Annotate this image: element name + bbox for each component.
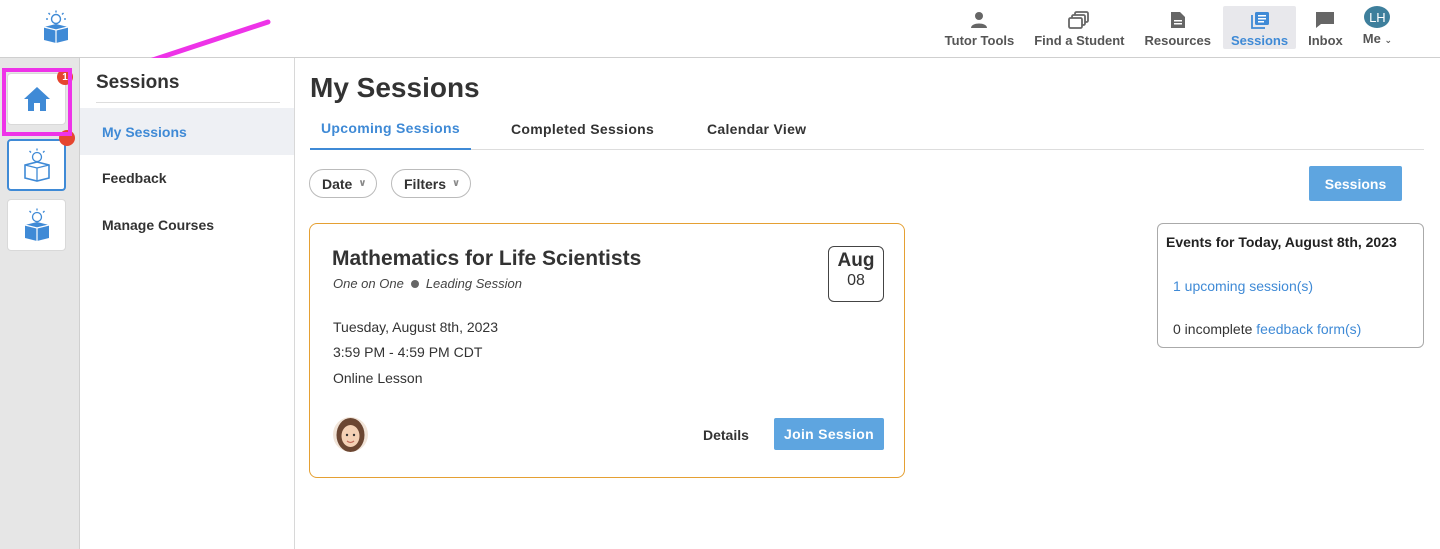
- person-icon: [971, 12, 988, 28]
- document-icon: [1170, 12, 1185, 28]
- session-role: Leading Session: [425, 276, 522, 291]
- session-subtitle: One on One Leading Session: [333, 276, 522, 291]
- tab-completed-sessions[interactable]: Completed Sessions: [511, 108, 654, 150]
- incomplete-count: 0 incomplete: [1173, 321, 1253, 337]
- filters-label: Filters: [404, 175, 447, 192]
- main-nav: Tutor Tools Find a Student Resources Ses…: [937, 6, 1400, 50]
- session-tabs: Upcoming Sessions Completed Sessions Cal…: [310, 108, 1424, 150]
- home-icon: [23, 87, 50, 111]
- join-session-button[interactable]: Join Session: [774, 418, 884, 450]
- nav-label: Tutor Tools: [944, 33, 1015, 48]
- nav-resources[interactable]: Resources: [1137, 6, 1219, 49]
- sidebar-item-manage-courses[interactable]: Manage Courses: [80, 201, 294, 248]
- sessions-button[interactable]: Sessions: [1309, 166, 1402, 201]
- chevron-down-icon: ∨: [452, 178, 461, 189]
- tab-calendar-view[interactable]: Calendar View: [707, 108, 806, 150]
- nav-label: Me ⌄: [1362, 31, 1392, 46]
- cards-icon: [1068, 11, 1090, 29]
- sidebar-item-my-sessions[interactable]: My Sessions: [80, 108, 294, 155]
- nav-inbox[interactable]: Inbox: [1300, 6, 1351, 49]
- events-title: Events for Today, August 8th, 2023: [1166, 234, 1397, 250]
- logo-icon[interactable]: [40, 10, 72, 44]
- sessions-sidebar: Sessions My Sessions Feedback Manage Cou…: [80, 58, 295, 549]
- session-location: Online Lesson: [333, 370, 423, 386]
- date-filter-dropdown[interactable]: Date ∨: [309, 169, 378, 198]
- events-panel: Events for Today, August 8th, 2023 1 upc…: [1157, 223, 1424, 348]
- user-avatar: LH: [1364, 6, 1391, 28]
- app-rail: 1: [0, 58, 80, 549]
- page-title: My Sessions: [310, 72, 480, 103]
- notification-badge: [59, 130, 75, 146]
- top-bar: Tutor Tools Find a Student Resources Ses…: [0, 0, 1440, 58]
- session-date: Tuesday, August 8th, 2023: [333, 319, 499, 335]
- chevron-down-icon: ∨: [358, 178, 367, 189]
- date-filter-label: Date: [322, 175, 353, 192]
- rail-app-other[interactable]: [7, 199, 66, 251]
- nav-find-a-student[interactable]: Find a Student: [1026, 6, 1132, 49]
- sessions-icon: [1250, 12, 1269, 29]
- tab-upcoming-sessions[interactable]: Upcoming Sessions: [310, 108, 471, 150]
- nav-sessions[interactable]: Sessions: [1223, 6, 1297, 49]
- nav-label: Sessions: [1231, 33, 1289, 48]
- sidebar-item-feedback[interactable]: Feedback: [80, 154, 294, 201]
- details-link[interactable]: Details: [703, 427, 749, 443]
- session-title: Mathematics for Life Scientists: [332, 247, 642, 270]
- nav-me[interactable]: LH Me ⌄: [1355, 6, 1400, 49]
- app-logo-icon: [23, 148, 50, 182]
- nav-tutor-tools[interactable]: Tutor Tools: [937, 6, 1023, 49]
- app-logo-icon: [24, 208, 49, 241]
- date-day: 08: [847, 272, 865, 289]
- separator-dot: [410, 279, 419, 288]
- rail-app-sessions[interactable]: [7, 139, 66, 191]
- notification-badge: 1: [57, 69, 73, 85]
- session-type: One on One: [333, 276, 404, 291]
- chat-icon: [1316, 12, 1335, 28]
- filters-dropdown[interactable]: Filters ∨: [391, 169, 472, 198]
- feedback-forms-link[interactable]: feedback form(s): [1256, 321, 1361, 337]
- incomplete-feedback-line: 0 incomplete feedback form(s): [1173, 321, 1361, 337]
- date-badge: Aug 08: [828, 246, 884, 302]
- nav-label: Find a Student: [1034, 33, 1125, 48]
- student-avatar: [333, 417, 368, 452]
- session-time: 3:59 PM - 4:59 PM CDT: [333, 344, 483, 360]
- nav-label: Resources: [1144, 33, 1211, 48]
- date-month: Aug: [837, 250, 875, 271]
- chevron-down-icon: ⌄: [1384, 35, 1392, 45]
- session-card[interactable]: Mathematics for Life Scientists One on O…: [309, 223, 905, 478]
- sidebar-title: Sessions: [96, 72, 280, 103]
- upcoming-sessions-link[interactable]: 1 upcoming session(s): [1173, 278, 1313, 294]
- nav-label: Inbox: [1308, 33, 1343, 48]
